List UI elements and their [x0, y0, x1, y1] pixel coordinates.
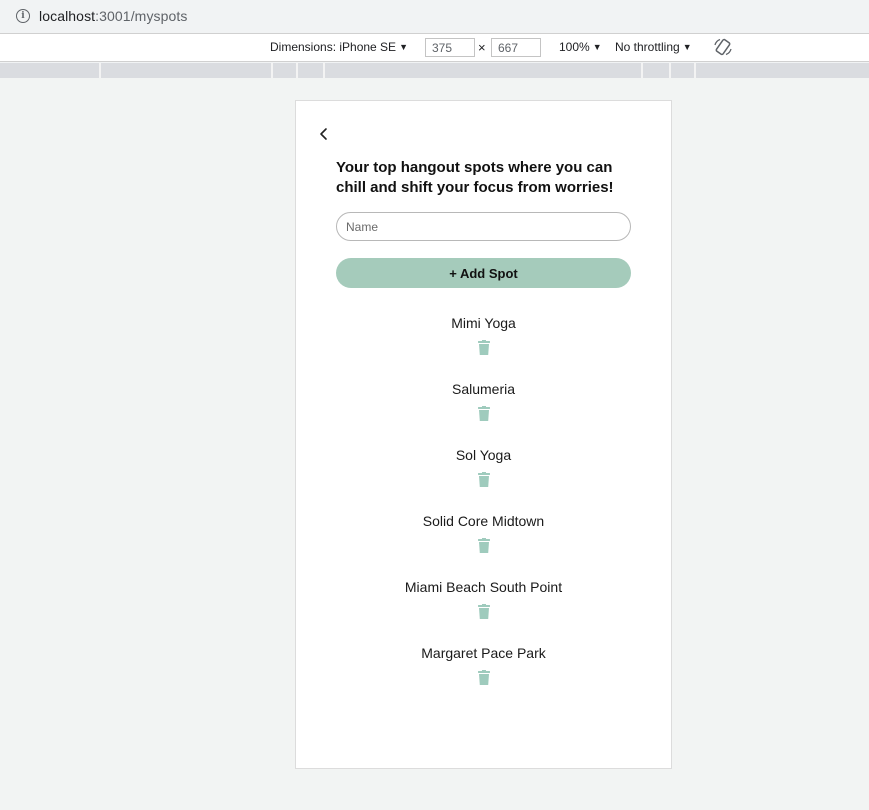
width-input[interactable]	[425, 38, 475, 57]
ruler-divider	[271, 63, 273, 78]
ruler-divider	[296, 63, 298, 78]
trash-icon[interactable]	[477, 340, 490, 355]
address-bar[interactable]: i localhost:3001/myspots	[6, 2, 869, 29]
media-query-bar[interactable]	[0, 63, 869, 78]
trash-icon[interactable]	[477, 670, 490, 685]
spot-name: Mimi Yoga	[451, 315, 516, 331]
list-item: Mimi Yoga	[296, 314, 671, 380]
caret-down-icon: ▼	[682, 42, 692, 52]
spot-name: Miami Beach South Point	[404, 579, 563, 595]
trash-icon[interactable]	[477, 538, 490, 553]
ruler-divider	[641, 63, 643, 78]
rotate-device-icon[interactable]	[713, 37, 733, 57]
trash-icon[interactable]	[477, 472, 490, 487]
list-item: Solid Core Midtown	[296, 512, 671, 578]
ruler-divider	[323, 63, 325, 78]
zoom-label: 100%	[559, 40, 590, 54]
ruler-divider	[99, 63, 101, 78]
address-bar-container: i localhost:3001/myspots	[0, 0, 869, 31]
spot-list: Mimi Yoga Salumeria Sol Yoga Solid Core …	[296, 314, 671, 710]
url-host: localhost	[39, 7, 96, 24]
spot-name: Solid Core Midtown	[422, 513, 545, 529]
device-toolbar: Dimensions: iPhone SE ▼ × 100% ▼ No thro…	[0, 33, 869, 62]
dimensions-label: Dimensions: iPhone SE	[270, 40, 397, 54]
zoom-dropdown[interactable]: 100% ▼	[559, 40, 602, 54]
page-title: Your top hangout spots where you can chi…	[336, 159, 614, 196]
info-icon[interactable]: i	[16, 8, 30, 23]
trash-icon[interactable]	[477, 406, 490, 421]
url-text[interactable]: localhost:3001/myspots	[39, 8, 188, 24]
caret-down-icon: ▼	[592, 42, 602, 52]
throttling-dropdown[interactable]: No throttling ▼	[615, 40, 692, 54]
ruler-divider	[694, 63, 696, 78]
spot-name: Sol Yoga	[455, 447, 512, 463]
list-item: Sol Yoga	[296, 446, 671, 512]
name-input[interactable]	[336, 212, 631, 241]
times-symbol: ×	[478, 40, 486, 55]
list-item: Salumeria	[296, 380, 671, 446]
chevron-left-icon[interactable]	[318, 127, 330, 141]
ruler-divider	[669, 63, 671, 78]
device-viewport: Your top hangout spots where you can chi…	[295, 100, 672, 769]
list-item: Miami Beach South Point	[296, 578, 671, 644]
url-path: :3001/myspots	[95, 7, 188, 24]
throttling-label: No throttling	[615, 40, 680, 54]
dimensions-dropdown[interactable]: Dimensions: iPhone SE ▼	[270, 40, 408, 54]
height-input[interactable]	[491, 38, 541, 57]
add-spot-button[interactable]: + Add Spot	[336, 258, 631, 288]
spot-name: Margaret Pace Park	[421, 645, 546, 661]
spot-name: Salumeria	[451, 381, 516, 397]
caret-down-icon: ▼	[399, 42, 408, 52]
trash-icon[interactable]	[477, 604, 490, 619]
list-item: Margaret Pace Park	[296, 644, 671, 710]
